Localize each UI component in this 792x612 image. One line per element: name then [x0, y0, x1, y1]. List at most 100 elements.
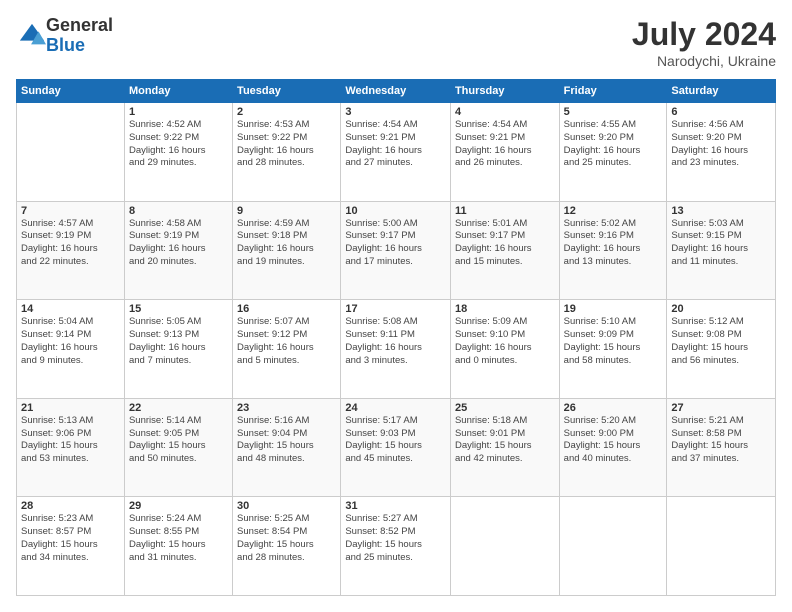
day-number: 21 [21, 402, 120, 414]
col-header-thursday: Thursday [450, 80, 559, 103]
calendar-cell: 13Sunrise: 5:03 AM Sunset: 9:15 PM Dayli… [667, 201, 776, 300]
day-number: 10 [345, 205, 446, 217]
day-number: 3 [345, 106, 446, 118]
calendar-cell: 5Sunrise: 4:55 AM Sunset: 9:20 PM Daylig… [559, 103, 667, 202]
day-info: Sunrise: 4:56 AM Sunset: 9:20 PM Dayligh… [671, 119, 771, 170]
day-info: Sunrise: 5:03 AM Sunset: 9:15 PM Dayligh… [671, 218, 771, 269]
calendar-cell: 19Sunrise: 5:10 AM Sunset: 9:09 PM Dayli… [559, 300, 667, 399]
calendar-cell: 30Sunrise: 5:25 AM Sunset: 8:54 PM Dayli… [233, 497, 341, 596]
calendar-cell: 28Sunrise: 5:23 AM Sunset: 8:57 PM Dayli… [17, 497, 125, 596]
day-number: 27 [671, 402, 771, 414]
day-info: Sunrise: 4:57 AM Sunset: 9:19 PM Dayligh… [21, 218, 120, 269]
calendar-cell: 18Sunrise: 5:09 AM Sunset: 9:10 PM Dayli… [450, 300, 559, 399]
calendar-cell: 21Sunrise: 5:13 AM Sunset: 9:06 PM Dayli… [17, 398, 125, 497]
day-number: 17 [345, 303, 446, 315]
calendar-cell [450, 497, 559, 596]
logo-blue: Blue [46, 36, 113, 56]
day-number: 9 [237, 205, 336, 217]
day-number: 16 [237, 303, 336, 315]
day-info: Sunrise: 5:21 AM Sunset: 8:58 PM Dayligh… [671, 415, 771, 466]
day-number: 4 [455, 106, 555, 118]
day-info: Sunrise: 5:10 AM Sunset: 9:09 PM Dayligh… [564, 316, 663, 367]
header: General Blue July 2024 Narodychi, Ukrain… [16, 16, 776, 69]
calendar-cell: 29Sunrise: 5:24 AM Sunset: 8:55 PM Dayli… [124, 497, 232, 596]
calendar-cell: 20Sunrise: 5:12 AM Sunset: 9:08 PM Dayli… [667, 300, 776, 399]
day-number: 5 [564, 106, 663, 118]
day-number: 31 [345, 500, 446, 512]
week-row-5: 28Sunrise: 5:23 AM Sunset: 8:57 PM Dayli… [17, 497, 776, 596]
col-header-sunday: Sunday [17, 80, 125, 103]
calendar-cell: 27Sunrise: 5:21 AM Sunset: 8:58 PM Dayli… [667, 398, 776, 497]
calendar-table: SundayMondayTuesdayWednesdayThursdayFrid… [16, 79, 776, 596]
day-info: Sunrise: 5:13 AM Sunset: 9:06 PM Dayligh… [21, 415, 120, 466]
calendar-cell: 16Sunrise: 5:07 AM Sunset: 9:12 PM Dayli… [233, 300, 341, 399]
logo-text: General Blue [46, 16, 113, 56]
calendar-cell: 10Sunrise: 5:00 AM Sunset: 9:17 PM Dayli… [341, 201, 451, 300]
day-number: 29 [129, 500, 228, 512]
col-header-wednesday: Wednesday [341, 80, 451, 103]
calendar-cell: 24Sunrise: 5:17 AM Sunset: 9:03 PM Dayli… [341, 398, 451, 497]
calendar-cell: 15Sunrise: 5:05 AM Sunset: 9:13 PM Dayli… [124, 300, 232, 399]
day-info: Sunrise: 4:55 AM Sunset: 9:20 PM Dayligh… [564, 119, 663, 170]
col-header-saturday: Saturday [667, 80, 776, 103]
day-info: Sunrise: 5:00 AM Sunset: 9:17 PM Dayligh… [345, 218, 446, 269]
day-number: 24 [345, 402, 446, 414]
calendar-cell: 26Sunrise: 5:20 AM Sunset: 9:00 PM Dayli… [559, 398, 667, 497]
day-number: 26 [564, 402, 663, 414]
day-number: 12 [564, 205, 663, 217]
logo-icon [18, 22, 46, 50]
day-info: Sunrise: 5:07 AM Sunset: 9:12 PM Dayligh… [237, 316, 336, 367]
calendar-cell: 31Sunrise: 5:27 AM Sunset: 8:52 PM Dayli… [341, 497, 451, 596]
logo: General Blue [16, 16, 113, 56]
day-number: 23 [237, 402, 336, 414]
day-info: Sunrise: 5:02 AM Sunset: 9:16 PM Dayligh… [564, 218, 663, 269]
title-area: July 2024 Narodychi, Ukraine [632, 16, 776, 69]
day-number: 25 [455, 402, 555, 414]
calendar-cell: 3Sunrise: 4:54 AM Sunset: 9:21 PM Daylig… [341, 103, 451, 202]
day-info: Sunrise: 4:58 AM Sunset: 9:19 PM Dayligh… [129, 218, 228, 269]
day-number: 11 [455, 205, 555, 217]
calendar-cell [17, 103, 125, 202]
day-number: 18 [455, 303, 555, 315]
week-row-2: 7Sunrise: 4:57 AM Sunset: 9:19 PM Daylig… [17, 201, 776, 300]
calendar-cell: 11Sunrise: 5:01 AM Sunset: 9:17 PM Dayli… [450, 201, 559, 300]
calendar-cell: 6Sunrise: 4:56 AM Sunset: 9:20 PM Daylig… [667, 103, 776, 202]
day-number: 30 [237, 500, 336, 512]
day-number: 28 [21, 500, 120, 512]
day-number: 8 [129, 205, 228, 217]
calendar-cell: 23Sunrise: 5:16 AM Sunset: 9:04 PM Dayli… [233, 398, 341, 497]
calendar-cell: 9Sunrise: 4:59 AM Sunset: 9:18 PM Daylig… [233, 201, 341, 300]
day-info: Sunrise: 5:09 AM Sunset: 9:10 PM Dayligh… [455, 316, 555, 367]
calendar-cell: 8Sunrise: 4:58 AM Sunset: 9:19 PM Daylig… [124, 201, 232, 300]
day-number: 19 [564, 303, 663, 315]
day-info: Sunrise: 5:04 AM Sunset: 9:14 PM Dayligh… [21, 316, 120, 367]
day-info: Sunrise: 5:08 AM Sunset: 9:11 PM Dayligh… [345, 316, 446, 367]
day-number: 14 [21, 303, 120, 315]
calendar-cell [559, 497, 667, 596]
day-info: Sunrise: 5:24 AM Sunset: 8:55 PM Dayligh… [129, 513, 228, 564]
day-info: Sunrise: 5:20 AM Sunset: 9:00 PM Dayligh… [564, 415, 663, 466]
location: Narodychi, Ukraine [632, 53, 776, 69]
logo-general: General [46, 16, 113, 36]
day-number: 15 [129, 303, 228, 315]
calendar-cell: 4Sunrise: 4:54 AM Sunset: 9:21 PM Daylig… [450, 103, 559, 202]
day-info: Sunrise: 5:05 AM Sunset: 9:13 PM Dayligh… [129, 316, 228, 367]
day-number: 13 [671, 205, 771, 217]
calendar-cell [667, 497, 776, 596]
day-info: Sunrise: 5:18 AM Sunset: 9:01 PM Dayligh… [455, 415, 555, 466]
col-header-friday: Friday [559, 80, 667, 103]
calendar-cell: 12Sunrise: 5:02 AM Sunset: 9:16 PM Dayli… [559, 201, 667, 300]
day-info: Sunrise: 4:54 AM Sunset: 9:21 PM Dayligh… [345, 119, 446, 170]
calendar-cell: 17Sunrise: 5:08 AM Sunset: 9:11 PM Dayli… [341, 300, 451, 399]
month-year: July 2024 [632, 16, 776, 53]
day-info: Sunrise: 4:54 AM Sunset: 9:21 PM Dayligh… [455, 119, 555, 170]
day-number: 20 [671, 303, 771, 315]
week-row-3: 14Sunrise: 5:04 AM Sunset: 9:14 PM Dayli… [17, 300, 776, 399]
day-info: Sunrise: 5:17 AM Sunset: 9:03 PM Dayligh… [345, 415, 446, 466]
day-info: Sunrise: 4:52 AM Sunset: 9:22 PM Dayligh… [129, 119, 228, 170]
day-number: 1 [129, 106, 228, 118]
calendar-cell: 1Sunrise: 4:52 AM Sunset: 9:22 PM Daylig… [124, 103, 232, 202]
col-header-monday: Monday [124, 80, 232, 103]
week-row-1: 1Sunrise: 4:52 AM Sunset: 9:22 PM Daylig… [17, 103, 776, 202]
day-info: Sunrise: 5:12 AM Sunset: 9:08 PM Dayligh… [671, 316, 771, 367]
